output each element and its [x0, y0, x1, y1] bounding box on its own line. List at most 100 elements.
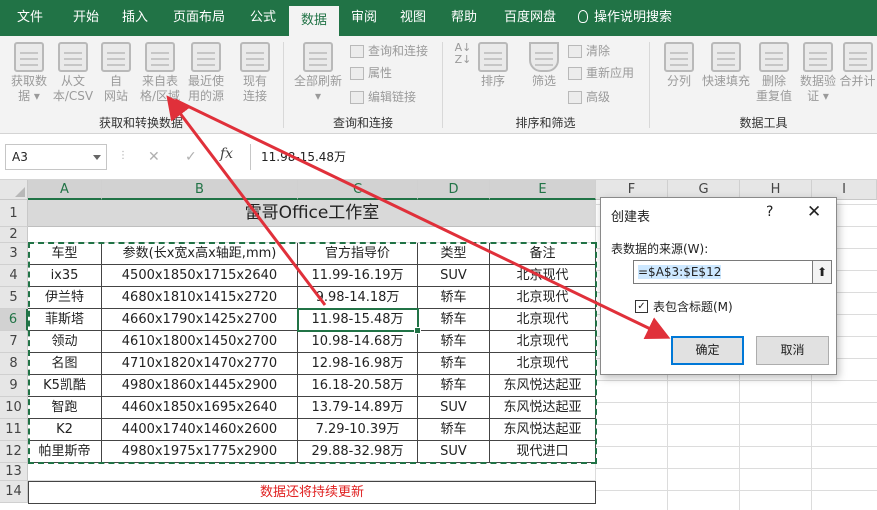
row-header-3[interactable]: 3 [0, 243, 28, 265]
row-header-1[interactable]: 1 [0, 200, 28, 227]
tab-review[interactable]: 审阅 [340, 0, 388, 36]
header-cell-model[interactable]: 车型 [28, 243, 102, 265]
row-header-2[interactable]: 2 [0, 227, 28, 243]
table-cell[interactable]: 东风悦达起亚 [490, 375, 596, 397]
table-cell[interactable]: 轿车 [418, 331, 490, 353]
row-header-4[interactable]: 4 [0, 265, 28, 287]
has-headers-label[interactable]: 表包含标题(M) [653, 298, 733, 315]
table-cell[interactable]: 帕里斯帝 [28, 441, 102, 463]
insert-function-icon[interactable]: fx [220, 146, 233, 162]
table-cell[interactable]: K5凯酷 [28, 375, 102, 397]
tab-insert[interactable]: 插入 [112, 0, 158, 36]
get-data-button[interactable]: 获取数 据 ▾ [6, 42, 52, 104]
header-cell-type[interactable]: 类型 [418, 243, 490, 265]
empty-row[interactable] [28, 463, 596, 481]
remove-duplicates-button[interactable]: 删除 重复值 [752, 42, 796, 104]
edit-links-button[interactable]: 编辑链接 [348, 88, 416, 106]
table-cell[interactable]: 菲斯塔 [28, 309, 102, 331]
from-text-csv-button[interactable]: 从文 本/CSV [50, 42, 96, 104]
table-cell[interactable]: 轿车 [418, 419, 490, 441]
clear-filter-button[interactable]: 清除 [566, 42, 610, 60]
table-cell[interactable]: 东风悦达起亚 [490, 397, 596, 419]
tell-me-search[interactable]: 操作说明搜索 [578, 0, 698, 36]
table-cell[interactable]: 轿车 [418, 309, 490, 331]
table-cell[interactable]: 北京现代 [490, 287, 596, 309]
existing-connections-button[interactable]: 现有 连接 [234, 42, 276, 104]
collapse-dialog-icon[interactable]: ⬆ [812, 260, 832, 284]
table-cell[interactable]: 4980x1860x1445x2900 [102, 375, 298, 397]
formula-input[interactable]: 11.98-15.48万 [250, 144, 877, 170]
select-all-corner[interactable] [0, 180, 28, 200]
table-cell[interactable]: 16.18-20.58万 [298, 375, 418, 397]
table-cell[interactable]: 4710x1820x1470x2770 [102, 353, 298, 375]
table-cell[interactable]: 轿车 [418, 353, 490, 375]
row-header-8[interactable]: 8 [0, 353, 28, 375]
table-cell[interactable]: 4610x1800x1450x2700 [102, 331, 298, 353]
row-header-5[interactable]: 5 [0, 287, 28, 309]
tab-data[interactable]: 数据 [289, 6, 339, 36]
cancel-button[interactable]: 取消 [756, 336, 829, 365]
formula-bar-grip[interactable]: ⋮ [118, 150, 128, 161]
column-header-b[interactable]: B [102, 180, 298, 200]
table-cell[interactable]: 北京现代 [490, 265, 596, 287]
tab-page-layout[interactable]: 页面布局 [158, 0, 240, 36]
recent-sources-button[interactable]: 最近使 用的源 [183, 42, 229, 104]
table-cell[interactable]: 4500x1850x1715x2640 [102, 265, 298, 287]
table-cell[interactable]: ix35 [28, 265, 102, 287]
table-cell[interactable]: 伊兰特 [28, 287, 102, 309]
cancel-icon[interactable]: ✕ [148, 146, 160, 168]
from-table-range-button[interactable]: 来自表 格/区域 [137, 42, 183, 104]
row-header-14[interactable]: 14 [0, 481, 28, 503]
table-cell[interactable]: 29.88-32.98万 [298, 441, 418, 463]
row-header-12[interactable]: 12 [0, 441, 28, 463]
table-cell[interactable]: SUV [418, 397, 490, 419]
table-cell[interactable]: 13.79-14.89万 [298, 397, 418, 419]
table-cell[interactable]: 北京现代 [490, 309, 596, 331]
table-cell[interactable]: 名图 [28, 353, 102, 375]
update-note[interactable]: 数据还将持续更新 [28, 481, 596, 504]
properties-button[interactable]: 属性 [348, 64, 392, 82]
column-header-a[interactable]: A [28, 180, 102, 200]
sheet-title[interactable]: 雷哥Office工作室 [28, 200, 596, 227]
table-cell[interactable]: 轿车 [418, 287, 490, 309]
table-cell[interactable]: 4460x1850x1695x2640 [102, 397, 298, 419]
close-icon[interactable]: ✕ [807, 202, 821, 222]
table-cell[interactable]: 11.98-15.48万 [298, 309, 418, 331]
table-cell[interactable]: 轿车 [418, 375, 490, 397]
table-cell[interactable]: 10.98-14.68万 [298, 331, 418, 353]
header-cell-price[interactable]: 官方指导价 [298, 243, 418, 265]
header-cell-remark[interactable]: 备注 [490, 243, 596, 265]
table-cell[interactable]: 北京现代 [490, 331, 596, 353]
sort-button[interactable]: 排序 [476, 42, 510, 89]
row-header-7[interactable]: 7 [0, 331, 28, 353]
column-header-d[interactable]: D [418, 180, 490, 200]
table-cell[interactable]: 7.29-10.39万 [298, 419, 418, 441]
reapply-button[interactable]: 重新应用 [566, 64, 634, 82]
table-cell[interactable]: 东风悦达起亚 [490, 419, 596, 441]
row-header-6[interactable]: 6 [0, 309, 28, 331]
flash-fill-button[interactable]: 快速填充 [700, 42, 752, 89]
tab-home[interactable]: 开始 [60, 0, 112, 36]
help-icon[interactable]: ? [766, 204, 773, 220]
table-cell[interactable]: 4400x1740x1460x2600 [102, 419, 298, 441]
row-header-11[interactable]: 11 [0, 419, 28, 441]
from-web-button[interactable]: 自 网站 [96, 42, 136, 104]
table-cell[interactable]: 9.98-14.18万 [298, 287, 418, 309]
table-cell[interactable]: 现代进口 [490, 441, 596, 463]
consolidate-button[interactable]: 合并计 [838, 42, 877, 89]
data-validation-button[interactable]: 数据验 证 ▾ [796, 42, 840, 104]
table-cell[interactable]: SUV [418, 265, 490, 287]
row-header-10[interactable]: 10 [0, 397, 28, 419]
column-header-c[interactable]: C [298, 180, 418, 200]
table-cell[interactable]: SUV [418, 441, 490, 463]
tab-formulas[interactable]: 公式 [240, 0, 286, 36]
ok-button[interactable]: 确定 [671, 336, 744, 365]
table-cell[interactable]: 领动 [28, 331, 102, 353]
tab-help[interactable]: 帮助 [438, 0, 490, 36]
row-header-9[interactable]: 9 [0, 375, 28, 397]
enter-check-icon[interactable]: ✓ [185, 146, 197, 168]
table-cell[interactable]: 4680x1810x1415x2720 [102, 287, 298, 309]
has-headers-checkbox[interactable]: ✓ [635, 300, 648, 313]
text-to-columns-button[interactable]: 分列 [660, 42, 698, 89]
header-cell-params[interactable]: 参数(长x宽x高x轴距,mm) [102, 243, 298, 265]
